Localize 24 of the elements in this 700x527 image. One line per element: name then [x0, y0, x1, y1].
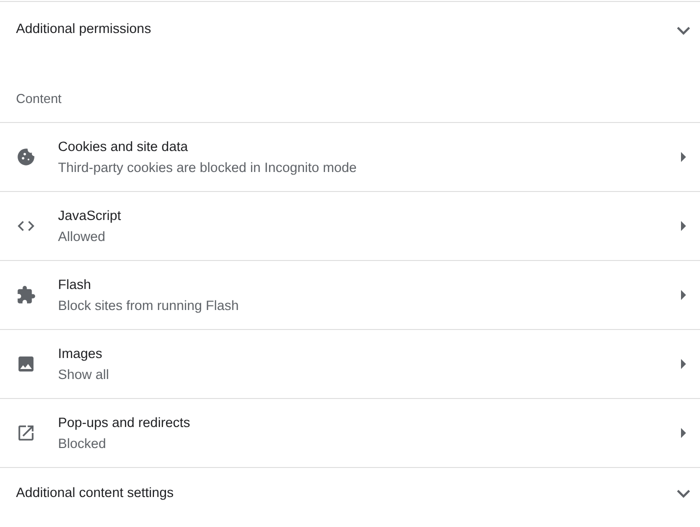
cookie-icon: [16, 147, 36, 168]
puzzle-icon: [16, 285, 36, 306]
setting-title[interactable]: Pop-ups and redirects: [58, 412, 190, 433]
open-in-new-icon: [16, 423, 36, 444]
arrow-right-icon[interactable]: [681, 359, 686, 370]
setting-description: Show all: [58, 366, 110, 384]
section-label[interactable]: Additional permissions: [16, 19, 152, 40]
arrow-right-icon[interactable]: [681, 221, 686, 232]
setting-description: Allowed: [58, 228, 106, 246]
section-label[interactable]: Additional content settings: [16, 482, 174, 503]
section-heading: Content: [16, 91, 62, 106]
setting-description: Third-party cookies are blocked in Incognito mode: [58, 158, 357, 177]
image-icon: [16, 354, 36, 374]
chevron-down-icon[interactable]: [677, 24, 690, 34]
setting-title[interactable]: Cookies and site data: [58, 136, 188, 157]
setting-description: Blocked: [58, 434, 106, 453]
chevron-down-icon[interactable]: [677, 488, 690, 498]
setting-title[interactable]: JavaScript: [58, 206, 122, 226]
arrow-right-icon[interactable]: [681, 428, 686, 438]
setting-title[interactable]: Flash: [58, 274, 92, 295]
setting-title[interactable]: Images: [58, 344, 102, 364]
arrow-right-icon[interactable]: [681, 152, 686, 162]
arrow-right-icon[interactable]: [681, 290, 686, 300]
setting-description: Block sites from running Flash: [58, 296, 239, 315]
